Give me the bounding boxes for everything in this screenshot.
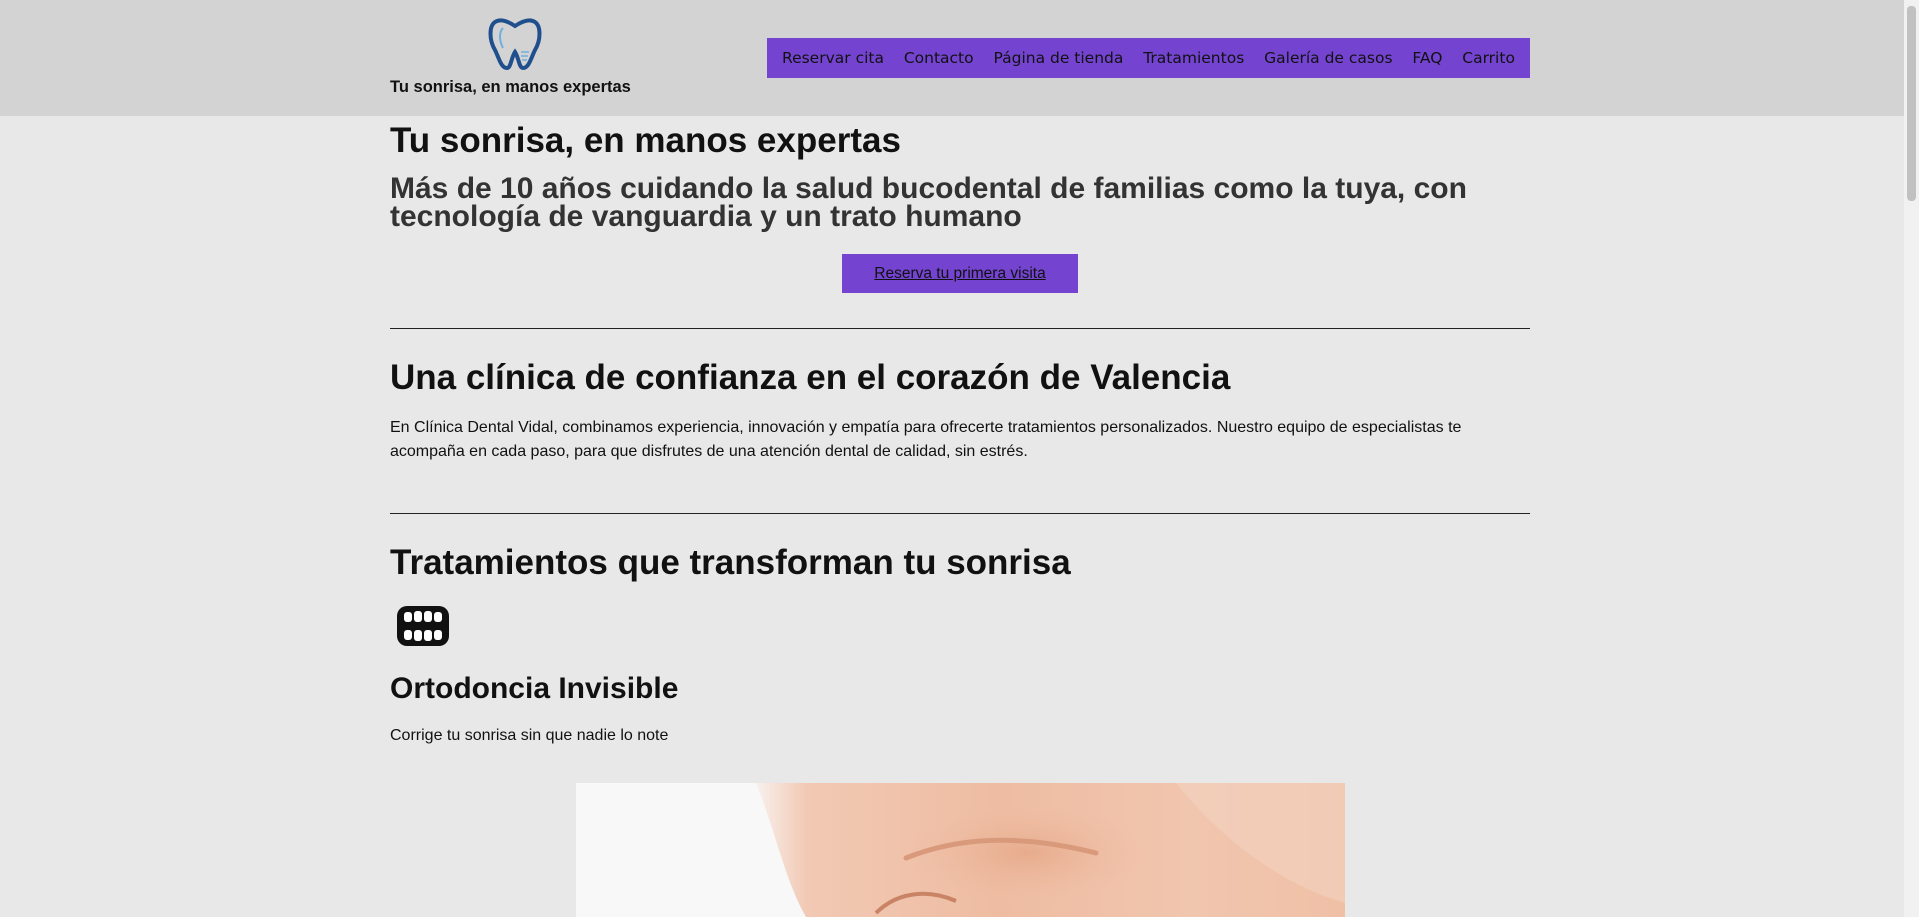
nav-item-tratamientos[interactable]: Tratamientos xyxy=(1143,49,1244,67)
nav-item-carrito[interactable]: Carrito xyxy=(1462,49,1515,67)
nav-item-faq[interactable]: FAQ xyxy=(1412,49,1442,67)
treatment-description: Corrige tu sonrisa sin que nadie lo note xyxy=(390,727,669,744)
nav-item-galeria-de-casos[interactable]: Galería de casos xyxy=(1264,49,1392,67)
hero-title: Tu sonrisa, en manos expertas xyxy=(390,121,901,160)
nav-item-contacto[interactable]: Contacto xyxy=(904,49,974,67)
about-title: Una clínica de confianza en el corazón d… xyxy=(390,358,1231,397)
book-first-visit-button[interactable]: Reserva tu primera visita xyxy=(842,254,1078,293)
about-text: En Clínica Dental Vidal, combinamos expe… xyxy=(390,419,1462,460)
section-divider xyxy=(390,513,1530,514)
hero-subtitle: Más de 10 años cuidando la salud bucoden… xyxy=(390,172,1467,233)
treatments-title: Tratamientos que transforman tu sonrisa xyxy=(390,543,1071,582)
site-tagline: Tu sonrisa, en manos expertas xyxy=(390,78,631,96)
treatment-title: Ortodoncia Invisible xyxy=(390,672,679,705)
nav-item-reservar-cita[interactable]: Reservar cita xyxy=(782,49,884,67)
tooth-logo-icon[interactable] xyxy=(485,14,545,72)
teeth-icon xyxy=(397,606,449,646)
page-scrollbar[interactable] xyxy=(1904,0,1919,917)
site-header: Tu sonrisa, en manos expertas Reservar c… xyxy=(0,0,1919,116)
smile-photo xyxy=(576,783,1345,917)
scrollbar-thumb[interactable] xyxy=(1907,6,1916,201)
nav-item-pagina-de-tienda[interactable]: Página de tienda xyxy=(993,49,1123,67)
section-divider xyxy=(390,328,1530,329)
main-nav: Reservar cita Contacto Página de tienda … xyxy=(767,38,1530,78)
